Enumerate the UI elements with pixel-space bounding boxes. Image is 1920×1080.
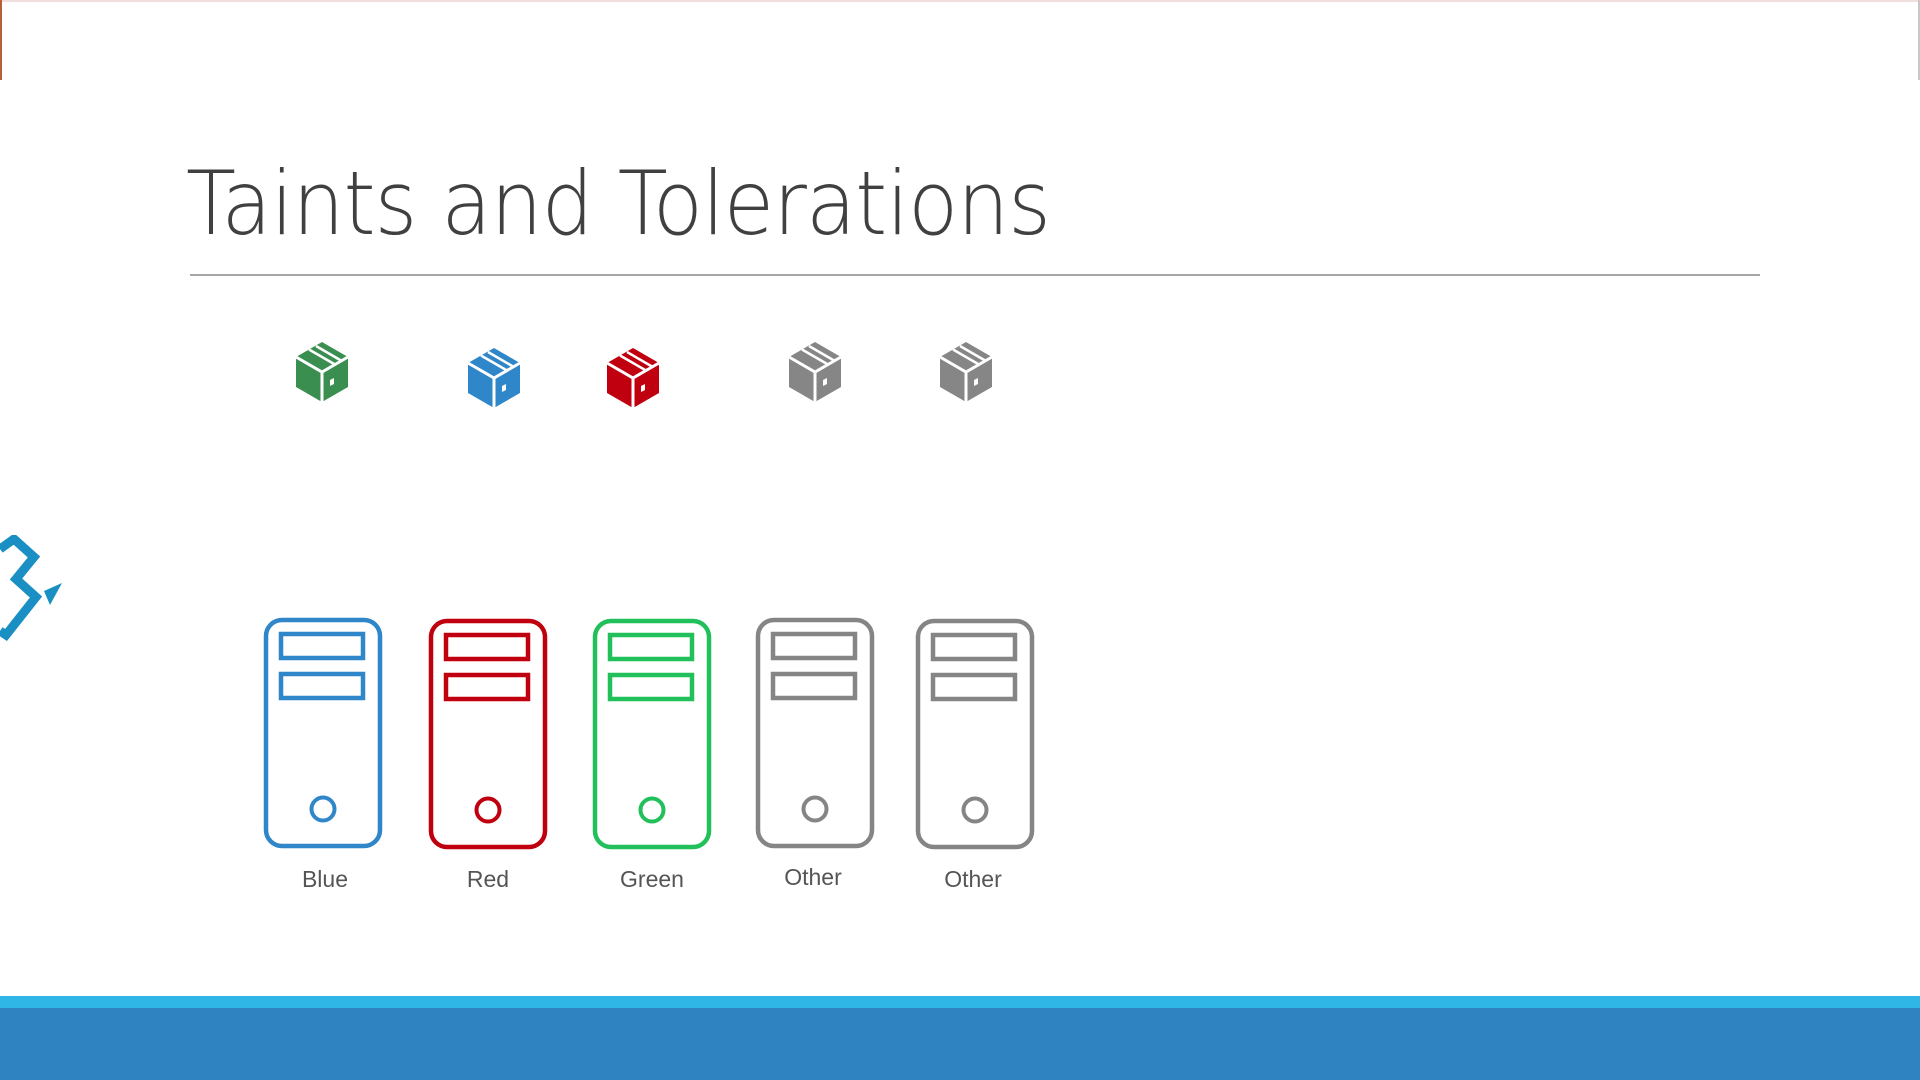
node-server-icon-blue — [263, 617, 383, 849]
node-label-red: Red — [466, 866, 510, 892]
node-server-icon-other — [915, 618, 1035, 850]
server-power-button — [474, 796, 502, 824]
slide-title: Taints and Tolerations — [186, 152, 1051, 255]
pod-icon-blue — [467, 348, 521, 408]
server-drive-bay — [770, 631, 858, 661]
left-edge — [0, 0, 2, 80]
server-drive-bay — [443, 672, 531, 702]
footer-band-accent — [0, 996, 1920, 1008]
server-power-button — [638, 796, 666, 824]
pod-icon-green — [295, 342, 349, 402]
node-server-icon-red — [428, 618, 548, 850]
footer-band — [0, 1008, 1920, 1080]
server-power-button — [801, 795, 829, 823]
server-drive-bay — [278, 671, 366, 701]
server-drive-bay — [930, 672, 1018, 702]
server-drive-bay — [278, 631, 366, 661]
server-power-button — [961, 796, 989, 824]
server-drive-bay — [443, 632, 531, 662]
node-label-green: Green — [620, 866, 684, 892]
node-label-blue: Blue — [301, 866, 349, 892]
brand-logo-icon — [0, 535, 62, 642]
top-edge — [0, 0, 1920, 2]
pod-icon-red — [606, 348, 660, 408]
server-drive-bay — [607, 632, 695, 662]
node-server-icon-other — [755, 617, 875, 849]
server-power-button — [309, 795, 337, 823]
pod-icon-gray — [788, 342, 842, 402]
title-divider — [190, 274, 1760, 276]
server-drive-bay — [930, 632, 1018, 662]
node-server-icon-green — [592, 618, 712, 850]
node-label-other: Other — [784, 864, 842, 890]
node-label-other: Other — [944, 866, 1002, 892]
server-drive-bay — [770, 671, 858, 701]
slide: Taints and Tolerations Blue Red Green Ot… — [0, 0, 1920, 1080]
pod-icon-gray — [939, 342, 993, 402]
server-drive-bay — [607, 672, 695, 702]
